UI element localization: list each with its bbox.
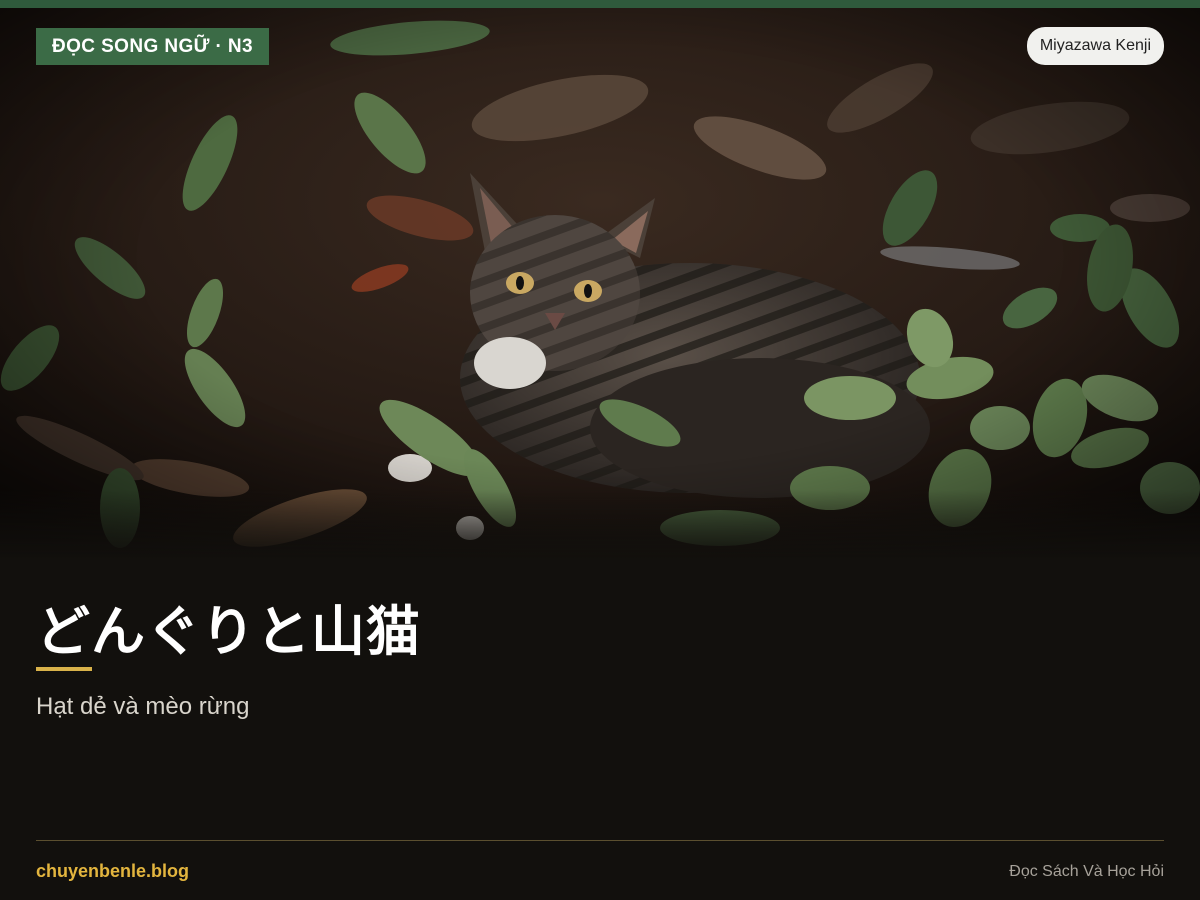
- page-subtitle: Hạt dẻ và mèo rừng: [36, 693, 250, 720]
- top-accent-bar: [0, 0, 1200, 8]
- level-badge: ĐỌC SONG NGỮ · N3: [36, 28, 269, 65]
- footer-divider: [36, 840, 1164, 841]
- photo-fade: [0, 490, 1200, 560]
- author-pill: Miyazawa Kenji: [1026, 27, 1164, 65]
- cover-photo: [0, 8, 1200, 560]
- site-link[interactable]: chuyenbenle.blog: [36, 858, 189, 884]
- page-title: どんぐりと山猫: [36, 600, 421, 663]
- footer-tagline: Đọc Sách Và Học Hỏi: [1009, 863, 1164, 880]
- title-underline: [36, 667, 92, 671]
